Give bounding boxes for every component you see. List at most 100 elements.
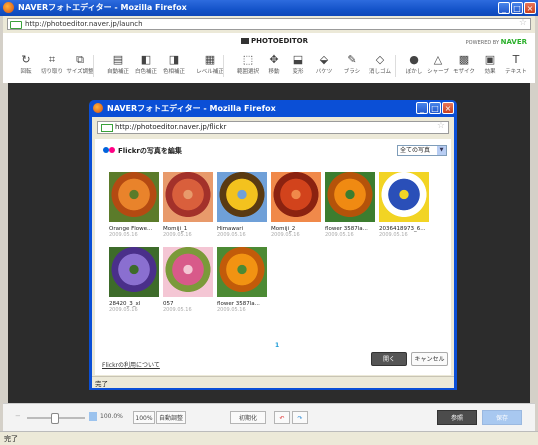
- photo-filter-select[interactable]: 全ての写真 ▼: [397, 145, 447, 156]
- zoom-slider-handle[interactable]: [51, 413, 59, 424]
- photo-date: 2009.05.16: [379, 232, 408, 238]
- photo-item[interactable]: flower 3587la... 2009.05.16: [217, 247, 273, 313]
- zoom-value: 100.0%: [100, 413, 123, 420]
- photo-date: 2009.05.16: [271, 232, 300, 238]
- toolbar-separator: [395, 55, 396, 77]
- photo-thumbnail[interactable]: [271, 172, 321, 222]
- dialog-title-bar: NAVERフォトエディター - Mozilla Firefox _ □ ×: [89, 100, 457, 117]
- save-button[interactable]: 保存: [482, 410, 522, 425]
- close-button[interactable]: ×: [524, 2, 536, 14]
- redo-button[interactable]: ↷: [292, 411, 308, 424]
- undo-button[interactable]: ↶: [274, 411, 290, 424]
- tool-level[interactable]: ▦ レベル補正: [195, 53, 225, 81]
- photo-date: 2009.05.16: [217, 307, 246, 313]
- photo-thumbnail[interactable]: [325, 172, 375, 222]
- tool-resize[interactable]: ⧉ サイズ調整: [65, 53, 95, 81]
- editor-toolbar: ↻ 回転 ⌗ 切り取り ⧉ サイズ調整 ▤ 自動補正 ◧ 白色補正 ◨ 色相補正 ▦ レベル補正 ⬚ 範囲選択…: [3, 49, 535, 83]
- tool-crop[interactable]: ⌗ 切り取り: [37, 53, 67, 81]
- tool-label: 切り取り: [40, 69, 63, 75]
- eraser-icon: ◇: [375, 53, 385, 66]
- open-button[interactable]: 開く: [371, 352, 407, 366]
- app-header: PHOTOEDITOR POWERED BY NAVER: [3, 33, 535, 50]
- bottom-bar: − 100.0% 100% 自動調整 初期化 ↶ ↷ 参照 保存: [3, 403, 535, 432]
- tool-brush[interactable]: ✎ ブラシ: [337, 53, 367, 81]
- maximize-button[interactable]: □: [511, 2, 523, 14]
- flickr-dialog: NAVERフォトエディター - Mozilla Firefox _ □ × ht…: [89, 100, 457, 390]
- dialog-minimize-button[interactable]: _: [416, 102, 428, 114]
- flickr-panel: Flickrの写真を編集 全ての写真 ▼ 1 Orange Flowe... 200…: [95, 139, 451, 375]
- zoom-100-button[interactable]: 100%: [133, 411, 155, 424]
- url-text: http://photoeditor.naver.jp/launch: [25, 20, 143, 28]
- photo-date: 2009.05.16: [325, 232, 354, 238]
- dialog-url-text: http://photoeditor.naver.jp/flickr: [115, 123, 227, 131]
- flickr-terms-link[interactable]: Flickrの利用について: [102, 360, 160, 369]
- tool-bucket[interactable]: ⬙ バケツ: [309, 53, 339, 81]
- white-balance-icon: ◧: [140, 53, 152, 66]
- tool-eraser[interactable]: ◇ 消しゴム: [365, 53, 395, 81]
- photo-date: 2009.05.16: [163, 232, 192, 238]
- dialog-maximize-button[interactable]: □: [429, 102, 441, 114]
- tool-label: ブラシ: [343, 69, 361, 75]
- site-icon: [101, 124, 113, 132]
- level-icon: ▦: [204, 53, 216, 66]
- photo-date: 2009.05.16: [109, 307, 138, 313]
- flickr-heading: Flickrの写真を編集: [103, 146, 182, 156]
- auto-fit-button[interactable]: 自動調整: [156, 411, 186, 424]
- photo-item[interactable]: 2036418973_6... 2009.05.16: [379, 172, 435, 238]
- photo-thumbnail[interactable]: [109, 247, 159, 297]
- photo-thumbnail[interactable]: [109, 172, 159, 222]
- url-field[interactable]: http://photoeditor.naver.jp/launch ☆: [7, 18, 531, 30]
- chevron-down-icon: ▼: [437, 146, 446, 155]
- address-bar: http://photoeditor.naver.jp/launch ☆: [3, 16, 535, 33]
- photo-thumbnail[interactable]: [163, 247, 213, 297]
- zoom-in-icon[interactable]: [89, 412, 97, 421]
- dialog-status-text: 完了: [95, 380, 108, 388]
- toolbar-separator: [93, 55, 94, 77]
- zoom-out-icon[interactable]: −: [15, 412, 21, 420]
- photo-item[interactable]: flower 3587la... 2009.05.16: [325, 172, 381, 238]
- photo-date: 2009.05.16: [217, 232, 246, 238]
- resize-icon: ⧉: [76, 53, 84, 66]
- tool-white-balance[interactable]: ◧ 白色補正: [131, 53, 161, 81]
- text-icon: T: [512, 53, 520, 66]
- toolbar-separator: [223, 55, 224, 77]
- reset-button[interactable]: 初期化: [230, 411, 266, 424]
- photo-item[interactable]: Himawari 2009.05.16: [217, 172, 273, 238]
- auto-correct-icon: ▤: [112, 53, 124, 66]
- tool-label: 自動補正: [106, 69, 129, 75]
- bookmark-star-icon[interactable]: ☆: [437, 121, 445, 131]
- page-number[interactable]: 1: [275, 342, 279, 349]
- bookmark-star-icon[interactable]: ☆: [519, 18, 527, 28]
- status-text: 完了: [4, 435, 18, 443]
- photo-item[interactable]: 28420_3_xl 2009.05.16: [109, 247, 165, 313]
- photo-item[interactable]: Orange Flowe... 2009.05.16: [109, 172, 165, 238]
- photo-item[interactable]: Momiji_1 2009.05.16: [163, 172, 219, 238]
- photo-thumbnail[interactable]: [379, 172, 429, 222]
- tool-label: 色相補正: [162, 69, 185, 75]
- tool-label: テキスト: [505, 69, 527, 75]
- photo-item[interactable]: Momiji_2 2009.05.16: [271, 172, 327, 238]
- photo-thumbnail[interactable]: [217, 172, 267, 222]
- tool-label: サイズ調整: [66, 69, 94, 75]
- photoeditor-logo: PHOTOEDITOR: [241, 37, 308, 45]
- dialog-body: http://photoeditor.naver.jp/flickr ☆ Fli…: [92, 117, 454, 388]
- dialog-close-button[interactable]: ×: [442, 102, 454, 114]
- dialog-url-field[interactable]: http://photoeditor.naver.jp/flickr ☆: [97, 121, 449, 134]
- crop-icon: ⌗: [48, 53, 56, 66]
- cancel-button[interactable]: キャンセル: [411, 352, 448, 366]
- tool-label: 消しゴム: [368, 69, 391, 75]
- minimize-button[interactable]: _: [498, 2, 510, 14]
- window-title: NAVERフォトエディター - Mozilla Firefox: [18, 3, 187, 12]
- tool-text[interactable]: T テキスト: [501, 53, 531, 81]
- tool-label: 白色補正: [134, 69, 157, 75]
- tool-color-correct[interactable]: ◨ 色相補正: [159, 53, 189, 81]
- browse-button[interactable]: 参照: [437, 410, 477, 425]
- tool-auto-correct[interactable]: ▤ 自動補正: [103, 53, 133, 81]
- photo-item[interactable]: 057 2009.05.16: [163, 247, 219, 313]
- photo-thumbnail[interactable]: [217, 247, 267, 297]
- color-correct-icon: ◨: [168, 53, 180, 66]
- firefox-icon: [3, 2, 14, 13]
- photo-thumbnail[interactable]: [163, 172, 213, 222]
- powered-by: POWERED BY NAVER: [465, 38, 527, 46]
- brush-icon: ✎: [347, 53, 357, 66]
